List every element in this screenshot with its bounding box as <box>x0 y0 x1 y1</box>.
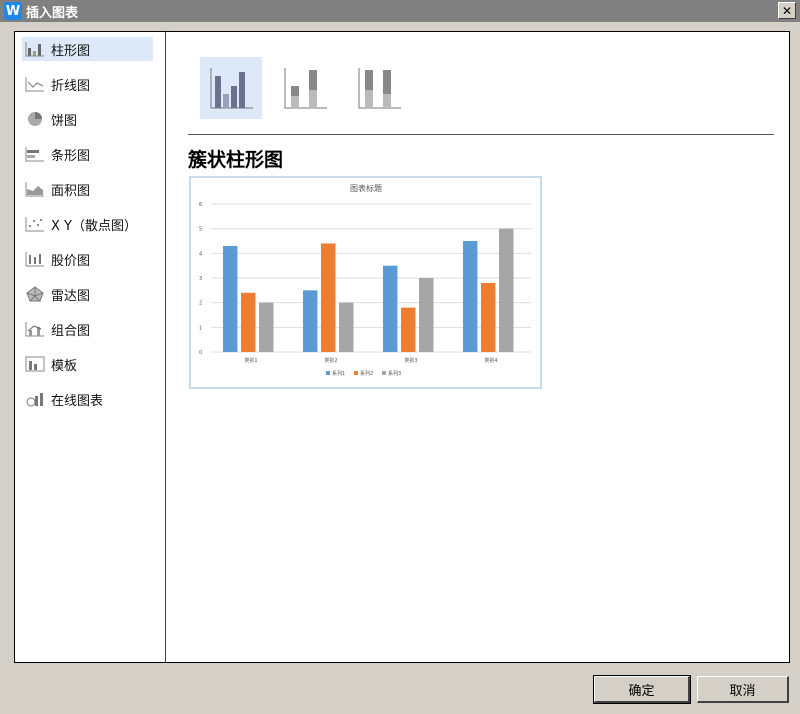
sidebar-item-pie-chart[interactable]: 饼图 <box>22 107 153 131</box>
legend-swatch <box>326 371 330 375</box>
bar-系列3-类别2 <box>339 303 353 352</box>
sidebar-item-column-chart[interactable]: 柱形图 <box>22 37 153 61</box>
combo-chart-icon <box>25 321 45 337</box>
sidebar-item-bar-chart[interactable]: 条形图 <box>22 142 153 166</box>
sidebar-item-label: X Y（散点图） <box>51 215 137 234</box>
wps-logo-icon: W <box>4 2 22 20</box>
sidebar-item-label: 在线图表 <box>51 390 103 409</box>
sidebar-item-label: 饼图 <box>51 110 77 129</box>
stacked-column-icon <box>283 66 327 110</box>
x-tick-label: 类别3 <box>404 357 417 364</box>
y-tick-label: 5 <box>199 227 202 233</box>
legend-swatch <box>354 371 358 375</box>
y-tick-label: 0 <box>199 350 202 356</box>
line-chart-icon <box>25 76 45 92</box>
sidebar-item-label: 雷达图 <box>51 285 90 304</box>
sidebar-item-label: 折线图 <box>51 75 90 94</box>
sidebar-item-label: 面积图 <box>51 180 90 199</box>
sidebar-item-label: 股价图 <box>51 250 90 269</box>
chart-preview-panel: 簇状柱形图 图表标题 0 1 2 3 4 5 6 类别1 类别2 类别3 类别4 系列1 系列2 系列3 <box>166 31 790 663</box>
sidebar-item-label: 模板 <box>51 355 77 374</box>
x-tick-label: 类别2 <box>324 357 337 364</box>
area-chart-icon <box>25 181 45 197</box>
y-tick-label: 3 <box>199 276 202 282</box>
bar-系列2-类别4 <box>481 283 495 352</box>
sidebar-item-radar-chart[interactable]: 雷达图 <box>22 282 153 306</box>
bar-系列3-类别1 <box>259 303 273 352</box>
bar-系列2-类别3 <box>401 308 415 352</box>
pie-chart-icon <box>25 111 45 127</box>
x-tick-label: 类别4 <box>484 357 497 364</box>
y-tick-label: 2 <box>199 301 202 307</box>
divider <box>188 134 774 135</box>
radar-chart-icon <box>25 286 45 302</box>
bar-系列2-类别1 <box>241 293 255 352</box>
subtype-heading: 簇状柱形图 <box>188 145 283 172</box>
bar-系列2-类别2 <box>321 243 335 352</box>
scatter-chart-icon <box>25 216 45 232</box>
bar-系列1-类别1 <box>223 246 237 352</box>
subtype-stacked-column[interactable] <box>274 57 336 119</box>
sidebar-item-area-chart[interactable]: 面积图 <box>22 177 153 201</box>
x-tick-label: 类别1 <box>244 357 257 364</box>
subtype-clustered-column[interactable] <box>200 57 262 119</box>
y-tick-label: 6 <box>199 202 202 208</box>
bar-系列1-类别4 <box>463 241 477 352</box>
bar-系列3-类别4 <box>499 229 513 352</box>
legend-label: 系列3 <box>388 370 401 377</box>
dialog-title: 插入图表 <box>26 2 78 21</box>
bar-系列1-类别3 <box>383 266 397 352</box>
chart-title: 图表标题 <box>350 183 382 193</box>
sidebar-item-scatter-chart[interactable]: X Y（散点图） <box>22 212 153 236</box>
cancel-button[interactable]: 取消 <box>697 676 789 703</box>
sidebar-item-template[interactable]: 模板 <box>22 352 153 376</box>
sidebar-item-stock-chart[interactable]: 股价图 <box>22 247 153 271</box>
chart-preview: 图表标题 0 1 2 3 4 5 6 类别1 类别2 类别3 类别4 系列1 系列2 系列3 <box>189 176 542 389</box>
template-icon <box>25 356 45 372</box>
online-chart-icon <box>25 391 45 407</box>
y-tick-label: 1 <box>199 325 202 331</box>
chart-type-list: 柱形图折线图饼图条形图面积图 X Y（散点图） 股价图雷达图组合图模板在线图表 <box>14 31 166 663</box>
y-tick-label: 4 <box>199 251 202 257</box>
subtype-percent-stacked-column[interactable] <box>348 57 410 119</box>
sidebar-item-label: 柱形图 <box>51 40 90 59</box>
close-button[interactable]: ✕ <box>778 2 796 19</box>
ok-button[interactable]: 确定 <box>594 676 690 703</box>
sidebar-item-label: 条形图 <box>51 145 90 164</box>
legend-label: 系列2 <box>360 370 373 377</box>
bar-系列1-类别2 <box>303 290 317 352</box>
bar-系列3-类别3 <box>419 278 433 352</box>
sidebar-item-combo-chart[interactable]: 组合图 <box>22 317 153 341</box>
column-chart-icon <box>25 41 45 57</box>
bar-chart-icon <box>25 146 45 162</box>
title-bar: W 插入图表 ✕ <box>0 0 800 22</box>
sidebar-item-label: 组合图 <box>51 320 90 339</box>
preview-chart: 图表标题 0 1 2 3 4 5 6 类别1 类别2 类别3 类别4 系列1 系列2 系列3 <box>191 178 540 387</box>
stock-chart-icon <box>25 251 45 267</box>
legend-swatch <box>382 371 386 375</box>
legend-label: 系列1 <box>332 370 345 377</box>
sidebar-item-online-chart[interactable]: 在线图表 <box>22 387 153 411</box>
percent-stacked-column-icon <box>357 66 401 110</box>
clustered-column-icon <box>209 66 253 110</box>
sidebar-item-line-chart[interactable]: 折线图 <box>22 72 153 96</box>
